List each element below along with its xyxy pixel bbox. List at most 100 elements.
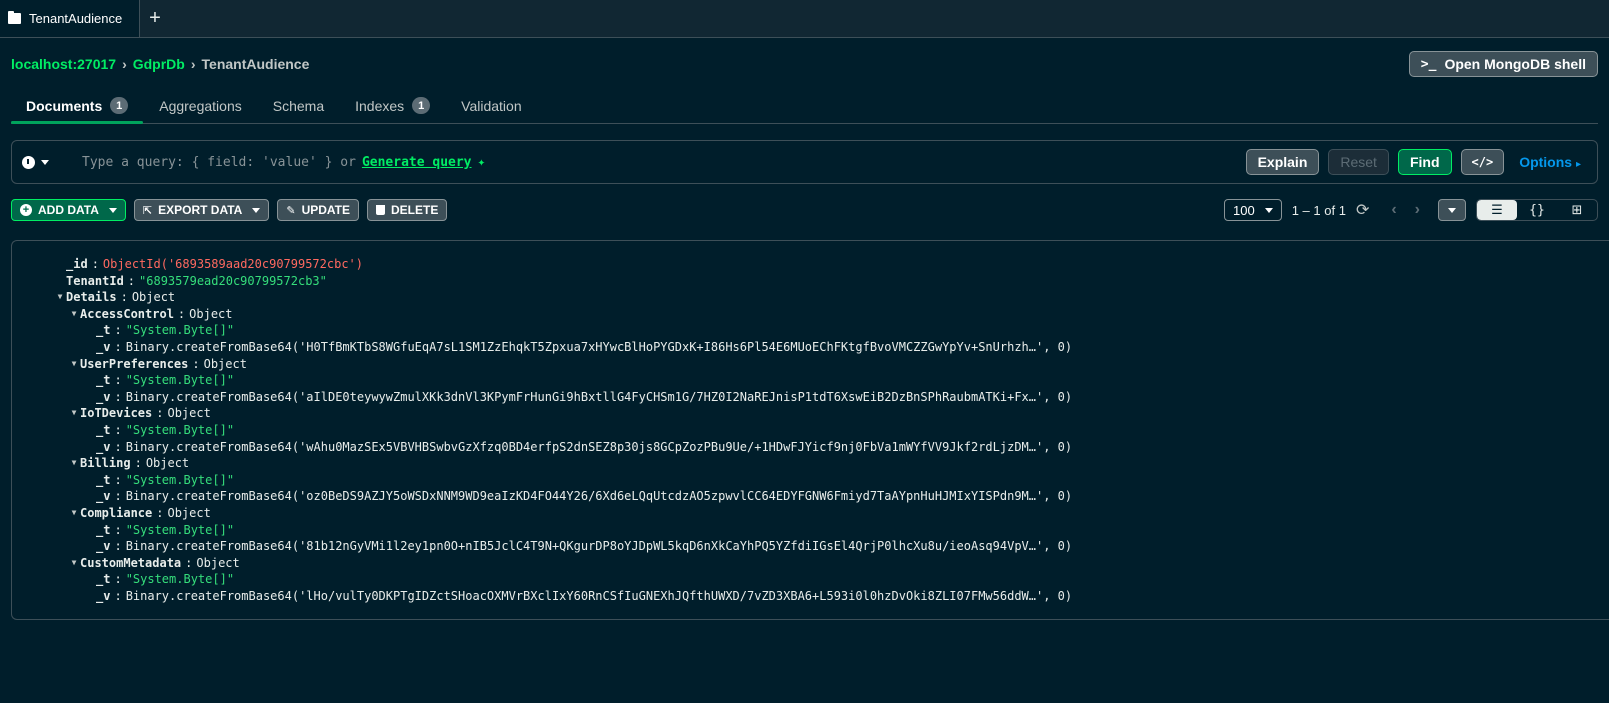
tab-aggregations[interactable]: Aggregations — [159, 88, 242, 123]
prev-page-icon[interactable]: ‹ — [1391, 201, 1396, 219]
refresh-icon[interactable]: ⟳ — [1356, 200, 1369, 220]
field-value: Binary.createFromBase64('lHo/vulTy0DKPTg… — [125, 588, 1073, 603]
caret-right-icon: ▸ — [1575, 159, 1581, 170]
field-row: _t: "System.Byte[]" — [96, 323, 235, 338]
export-data-label: EXPORT DATA — [158, 203, 243, 217]
field-key: Billing — [80, 456, 131, 471]
query-bar: Type a query: { field: 'value' } or Gene… — [11, 140, 1598, 184]
collection-tab[interactable]: TenantAudience — [0, 0, 140, 37]
document-card[interactable]: _id: ObjectId('6893589aad20c90799572cbc')… — [11, 240, 1609, 620]
expand-toggle-icon[interactable]: ▼ — [54, 289, 66, 306]
expand-toggle-icon[interactable]: ▼ — [68, 306, 80, 323]
caret-down-icon — [1448, 207, 1456, 213]
tab-indexes[interactable]: Indexes 1 — [355, 88, 431, 123]
next-page-icon[interactable]: › — [1415, 201, 1420, 219]
new-tab-plus-icon[interactable]: + — [140, 0, 170, 37]
tab-validation[interactable]: Validation — [461, 88, 521, 123]
generate-query-link[interactable]: Generate query — [362, 155, 472, 170]
terminal-icon: >_ — [1420, 56, 1437, 72]
field-key: _v — [96, 489, 111, 504]
field-key: UserPreferences — [80, 356, 189, 371]
field-row: ▼ Billing: Object — [12, 455, 1072, 472]
field-row: _t: "System.Byte[]" — [96, 522, 235, 537]
plus-circle-icon: + — [20, 204, 32, 216]
folder-icon — [8, 11, 21, 24]
field-row: ▼ CustomMetadata: Object — [12, 555, 1072, 572]
field-value: "System.Byte[]" — [125, 373, 235, 388]
query-input[interactable]: Type a query: { field: 'value' } or Gene… — [74, 155, 1246, 170]
export-data-button[interactable]: ⇱ EXPORT DATA — [133, 199, 270, 221]
collection-subtabs: Documents 1 Aggregations Schema Indexes … — [10, 88, 1598, 124]
field-value: "System.Byte[]" — [125, 422, 235, 437]
tab-aggregations-label: Aggregations — [159, 97, 242, 114]
field-key: Compliance — [80, 505, 153, 520]
clock-icon — [22, 155, 35, 169]
field-row: _t: "System.Byte[]" — [96, 422, 235, 437]
pagination-range: 1 – 1 of 1 — [1291, 202, 1346, 218]
field-value: Object — [131, 290, 176, 305]
field-value: ObjectId('6893589aad20c90799572cbc') — [102, 257, 364, 271]
field-value: Object — [203, 356, 247, 371]
expand-toggle-icon[interactable]: ▼ — [68, 405, 80, 422]
reset-button[interactable]: Reset — [1328, 149, 1389, 175]
collection-tab-label: TenantAudience — [29, 11, 123, 26]
field-value: "System.Byte[]" — [125, 572, 235, 587]
field-key: _v — [96, 389, 111, 404]
field-row: ▼ UserPreferences: Object — [12, 356, 1072, 373]
field-row: _v: Binary.createFromBase64('81b12nGyVMi1… — [96, 539, 1073, 554]
chevron-right-icon: › — [122, 56, 127, 72]
window-tabbar: TenantAudience + — [0, 0, 1609, 38]
field-key: _v — [96, 339, 111, 354]
field-key: _t — [96, 572, 111, 587]
field-row: ▼ IoTDevices: Object — [12, 405, 1072, 422]
breadcrumb-db[interactable]: GdprDb — [133, 56, 185, 72]
code-view-button[interactable]: </> — [1460, 149, 1505, 175]
collection-header: localhost:27017 › GdprDb › TenantAudienc… — [11, 50, 1598, 78]
field-row: _t: "System.Byte[]" — [96, 472, 235, 487]
field-key: Details — [66, 290, 117, 305]
pencil-icon: ✎ — [286, 204, 296, 217]
open-shell-label: Open MongoDB shell — [1444, 56, 1586, 72]
field-value: "System.Byte[]" — [125, 472, 235, 487]
caret-down-icon — [108, 207, 117, 213]
page-size-select[interactable]: 100 — [1224, 199, 1282, 221]
expand-toggle-icon[interactable]: ▼ — [68, 356, 80, 373]
delete-button[interactable]: DELETE — [367, 199, 448, 221]
explain-button[interactable]: Explain — [1245, 149, 1320, 175]
open-shell-button[interactable]: >_ Open MongoDB shell — [1408, 51, 1598, 77]
expand-toggle-icon[interactable]: ▼ — [68, 505, 80, 522]
document-tree: _id: ObjectId('6893589aad20c90799572cbc')… — [12, 256, 1073, 604]
table-view-icon[interactable]: ⊞ — [1557, 200, 1597, 220]
field-value: "6893579ead20c90799572cb3" — [139, 273, 327, 288]
field-key: _v — [96, 588, 111, 603]
query-history-button[interactable] — [22, 155, 74, 169]
field-value: Object — [196, 555, 240, 570]
field-key: _v — [96, 439, 111, 454]
field-row: _v: Binary.createFromBase64('aIlDE0teywyw… — [96, 389, 1073, 404]
tab-schema[interactable]: Schema — [273, 88, 324, 123]
expand-toggle-icon[interactable]: ▼ — [68, 455, 80, 472]
find-button[interactable]: Find — [1397, 149, 1452, 175]
options-toggle[interactable]: Options ▸ — [1519, 154, 1581, 170]
tab-documents[interactable]: Documents 1 — [10, 88, 144, 124]
breadcrumb-host[interactable]: localhost:27017 — [11, 56, 116, 72]
view-switcher: ☰ {} ⊞ — [1476, 199, 1598, 221]
add-data-label: ADD DATA — [38, 203, 99, 217]
expand-toggle-icon[interactable]: ▼ — [68, 555, 80, 572]
list-view-icon[interactable]: ☰ — [1477, 200, 1517, 220]
field-key: CustomMetadata — [80, 555, 182, 570]
tab-documents-label: Documents — [26, 97, 103, 114]
query-placeholder: Type a query: { field: 'value' } or — [82, 154, 356, 170]
update-button[interactable]: ✎ UPDATE — [277, 199, 360, 221]
breadcrumb-collection: TenantAudience — [201, 56, 310, 72]
json-view-icon[interactable]: {} — [1517, 200, 1557, 220]
add-data-button[interactable]: + ADD DATA — [11, 199, 126, 221]
delete-label: DELETE — [391, 203, 439, 217]
view-dropdown-button[interactable] — [1438, 199, 1466, 221]
field-key: _t — [96, 373, 111, 388]
field-row: _v: Binary.createFromBase64('H0TfBmKTbS8W… — [96, 339, 1073, 354]
field-row: ▼ Details: Object — [12, 289, 1072, 306]
breadcrumb: localhost:27017 › GdprDb › TenantAudienc… — [11, 56, 309, 72]
documents-count-badge: 1 — [110, 97, 129, 114]
field-row: _v: Binary.createFromBase64('oz0BeDS9AZJY… — [96, 489, 1073, 504]
